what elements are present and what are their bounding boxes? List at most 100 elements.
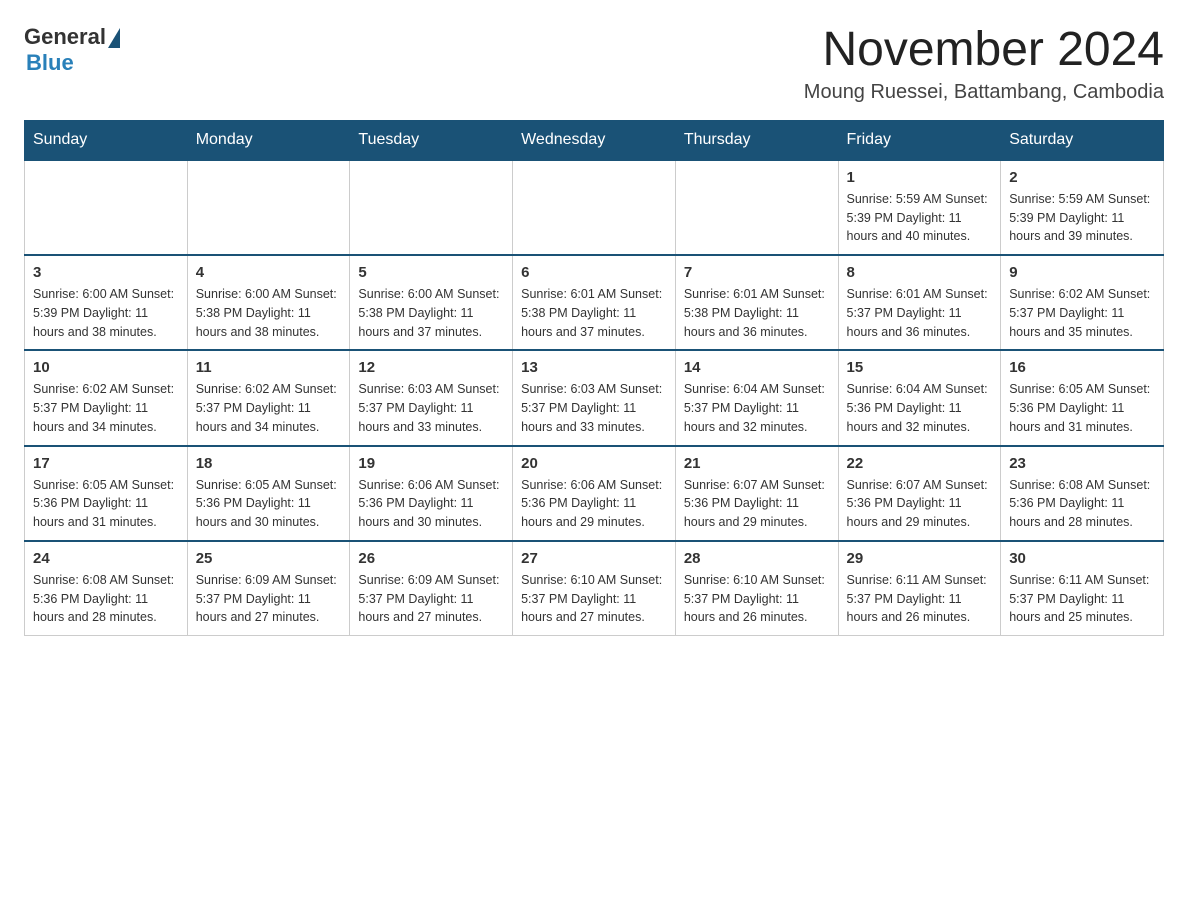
day-info: Sunrise: 6:11 AM Sunset: 5:37 PM Dayligh… (847, 571, 993, 627)
day-info: Sunrise: 6:03 AM Sunset: 5:37 PM Dayligh… (521, 380, 667, 436)
day-number: 16 (1009, 359, 1155, 376)
calendar-cell (513, 160, 676, 255)
day-number: 22 (847, 455, 993, 472)
calendar-cell (25, 160, 188, 255)
calendar-week-4: 17 Sunrise: 6:05 AM Sunset: 5:36 PM Dayli… (25, 446, 1164, 541)
calendar-cell: 14 Sunrise: 6:04 AM Sunset: 5:37 PM Dayli… (675, 350, 838, 445)
day-number: 25 (196, 550, 342, 567)
calendar-cell: 6 Sunrise: 6:01 AM Sunset: 5:38 PM Daylig… (513, 255, 676, 350)
day-info: Sunrise: 6:08 AM Sunset: 5:36 PM Dayligh… (1009, 476, 1155, 532)
day-number: 10 (33, 359, 179, 376)
calendar-week-2: 3 Sunrise: 6:00 AM Sunset: 5:39 PM Daylig… (25, 255, 1164, 350)
calendar-cell: 30Sunrise: 6:11 AM Sunset: 5:37 PM Dayli… (1001, 541, 1164, 636)
logo-triangle-icon (108, 28, 120, 48)
calendar-header-thursday: Thursday (675, 120, 838, 160)
calendar-cell: 9 Sunrise: 6:02 AM Sunset: 5:37 PM Daylig… (1001, 255, 1164, 350)
calendar-table: SundayMondayTuesdayWednesdayThursdayFrid… (24, 120, 1164, 636)
logo-blue: Blue (26, 50, 74, 76)
day-number: 3 (33, 264, 179, 281)
day-info: Sunrise: 6:09 AM Sunset: 5:37 PM Dayligh… (196, 571, 342, 627)
logo: General Blue (24, 24, 120, 76)
day-number: 2 (1009, 169, 1155, 186)
calendar-cell: 29 Sunrise: 6:11 AM Sunset: 5:37 PM Dayli… (838, 541, 1001, 636)
calendar-header-wednesday: Wednesday (513, 120, 676, 160)
calendar-cell (187, 160, 350, 255)
day-number: 15 (847, 359, 993, 376)
calendar-cell: 15 Sunrise: 6:04 AM Sunset: 5:36 PM Dayli… (838, 350, 1001, 445)
day-number: 17 (33, 455, 179, 472)
calendar-cell: 27Sunrise: 6:10 AM Sunset: 5:37 PM Dayli… (513, 541, 676, 636)
day-info: Sunrise: 6:05 AM Sunset: 5:36 PM Dayligh… (196, 476, 342, 532)
day-info: Sunrise: 5:59 AM Sunset: 5:39 PM Dayligh… (847, 190, 993, 246)
calendar-cell: 17 Sunrise: 6:05 AM Sunset: 5:36 PM Dayli… (25, 446, 188, 541)
day-number: 24 (33, 550, 179, 567)
day-number: 30 (1009, 550, 1155, 567)
day-info: Sunrise: 6:09 AM Sunset: 5:37 PM Dayligh… (358, 571, 504, 627)
title-section: November 2024 Moung Ruessei, Battambang,… (804, 24, 1164, 104)
day-info: Sunrise: 6:03 AM Sunset: 5:37 PM Dayligh… (358, 380, 504, 436)
day-number: 11 (196, 359, 342, 376)
calendar-cell: 13 Sunrise: 6:03 AM Sunset: 5:37 PM Dayli… (513, 350, 676, 445)
calendar-cell: 18 Sunrise: 6:05 AM Sunset: 5:36 PM Dayli… (187, 446, 350, 541)
day-number: 1 (847, 169, 993, 186)
calendar-cell: 28Sunrise: 6:10 AM Sunset: 5:37 PM Dayli… (675, 541, 838, 636)
day-info: Sunrise: 6:07 AM Sunset: 5:36 PM Dayligh… (684, 476, 830, 532)
day-info: Sunrise: 6:05 AM Sunset: 5:36 PM Dayligh… (33, 476, 179, 532)
day-number: 12 (358, 359, 504, 376)
calendar-cell: 23 Sunrise: 6:08 AM Sunset: 5:36 PM Dayli… (1001, 446, 1164, 541)
calendar-cell: 10Sunrise: 6:02 AM Sunset: 5:37 PM Dayli… (25, 350, 188, 445)
calendar-cell: 8 Sunrise: 6:01 AM Sunset: 5:37 PM Daylig… (838, 255, 1001, 350)
calendar-cell: 25 Sunrise: 6:09 AM Sunset: 5:37 PM Dayli… (187, 541, 350, 636)
day-number: 5 (358, 264, 504, 281)
calendar-cell: 21 Sunrise: 6:07 AM Sunset: 5:36 PM Dayli… (675, 446, 838, 541)
day-number: 14 (684, 359, 830, 376)
day-info: Sunrise: 6:00 AM Sunset: 5:38 PM Dayligh… (358, 285, 504, 341)
page-header: General Blue November 2024 Moung Ruessei… (24, 24, 1164, 104)
day-number: 29 (847, 550, 993, 567)
day-info: Sunrise: 6:00 AM Sunset: 5:39 PM Dayligh… (33, 285, 179, 341)
day-number: 23 (1009, 455, 1155, 472)
day-number: 19 (358, 455, 504, 472)
calendar-header-saturday: Saturday (1001, 120, 1164, 160)
day-number: 7 (684, 264, 830, 281)
day-info: Sunrise: 6:07 AM Sunset: 5:36 PM Dayligh… (847, 476, 993, 532)
day-info: Sunrise: 6:04 AM Sunset: 5:37 PM Dayligh… (684, 380, 830, 436)
calendar-cell: 12 Sunrise: 6:03 AM Sunset: 5:37 PM Dayli… (350, 350, 513, 445)
day-number: 8 (847, 264, 993, 281)
day-info: Sunrise: 5:59 AM Sunset: 5:39 PM Dayligh… (1009, 190, 1155, 246)
day-number: 18 (196, 455, 342, 472)
calendar-week-5: 24 Sunrise: 6:08 AM Sunset: 5:36 PM Dayli… (25, 541, 1164, 636)
day-info: Sunrise: 6:10 AM Sunset: 5:37 PM Dayligh… (521, 571, 667, 627)
calendar-cell (675, 160, 838, 255)
day-info: Sunrise: 6:01 AM Sunset: 5:38 PM Dayligh… (684, 285, 830, 341)
day-number: 9 (1009, 264, 1155, 281)
calendar-cell: 22 Sunrise: 6:07 AM Sunset: 5:36 PM Dayli… (838, 446, 1001, 541)
calendar-cell: 5 Sunrise: 6:00 AM Sunset: 5:38 PM Daylig… (350, 255, 513, 350)
day-number: 28 (684, 550, 830, 567)
calendar-cell: 16Sunrise: 6:05 AM Sunset: 5:36 PM Dayli… (1001, 350, 1164, 445)
month-title: November 2024 (804, 24, 1164, 77)
calendar-cell: 7 Sunrise: 6:01 AM Sunset: 5:38 PM Daylig… (675, 255, 838, 350)
calendar-header-monday: Monday (187, 120, 350, 160)
day-info: Sunrise: 6:04 AM Sunset: 5:36 PM Dayligh… (847, 380, 993, 436)
day-info: Sunrise: 6:02 AM Sunset: 5:37 PM Dayligh… (196, 380, 342, 436)
day-info: Sunrise: 6:06 AM Sunset: 5:36 PM Dayligh… (521, 476, 667, 532)
location-subtitle: Moung Ruessei, Battambang, Cambodia (804, 81, 1164, 104)
calendar-cell: 4Sunrise: 6:00 AM Sunset: 5:38 PM Daylig… (187, 255, 350, 350)
day-info: Sunrise: 6:02 AM Sunset: 5:37 PM Dayligh… (1009, 285, 1155, 341)
calendar-header-tuesday: Tuesday (350, 120, 513, 160)
day-info: Sunrise: 6:08 AM Sunset: 5:36 PM Dayligh… (33, 571, 179, 627)
day-info: Sunrise: 6:01 AM Sunset: 5:37 PM Dayligh… (847, 285, 993, 341)
calendar-header-friday: Friday (838, 120, 1001, 160)
calendar-cell (350, 160, 513, 255)
calendar-week-1: 1 Sunrise: 5:59 AM Sunset: 5:39 PM Daylig… (25, 160, 1164, 255)
calendar-header-sunday: Sunday (25, 120, 188, 160)
logo-general: General (24, 24, 106, 50)
day-number: 13 (521, 359, 667, 376)
day-number: 6 (521, 264, 667, 281)
day-info: Sunrise: 6:00 AM Sunset: 5:38 PM Dayligh… (196, 285, 342, 341)
day-info: Sunrise: 6:01 AM Sunset: 5:38 PM Dayligh… (521, 285, 667, 341)
calendar-cell: 1 Sunrise: 5:59 AM Sunset: 5:39 PM Daylig… (838, 160, 1001, 255)
day-number: 21 (684, 455, 830, 472)
day-number: 26 (358, 550, 504, 567)
